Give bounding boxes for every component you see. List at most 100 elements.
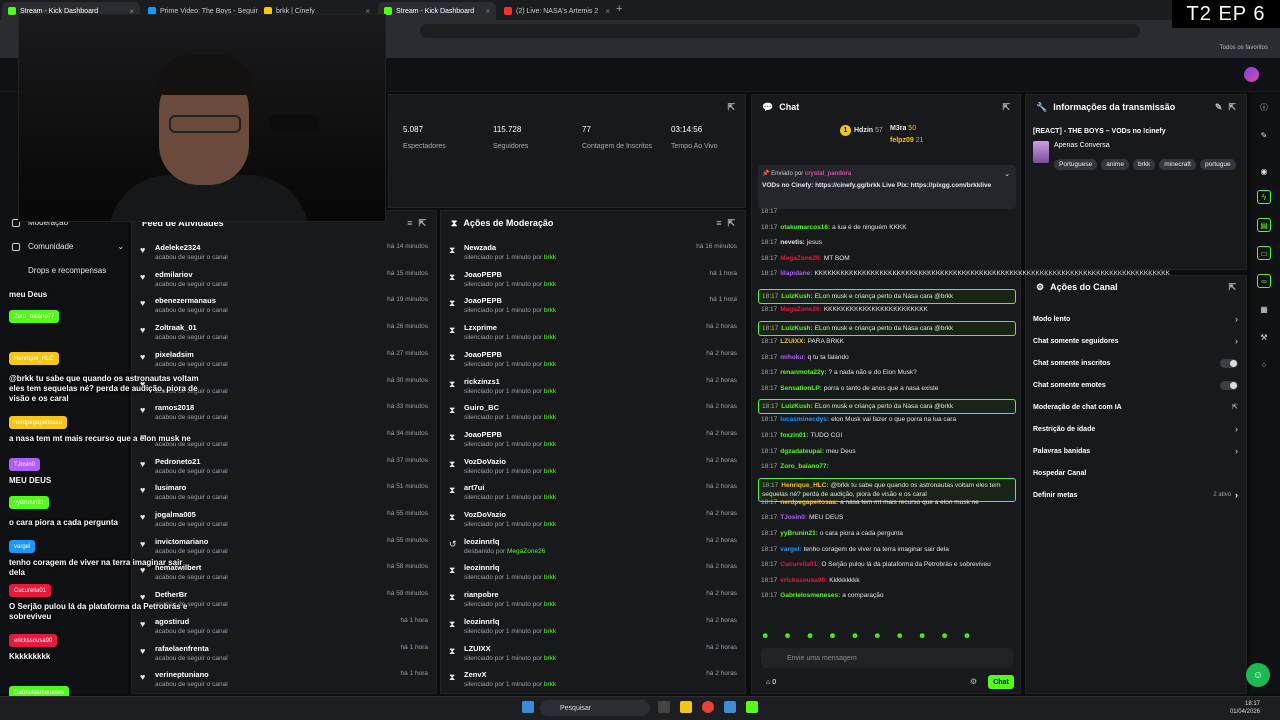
chat-username[interactable]: nerdpegapeitosaa: bbox=[780, 499, 838, 506]
moderated-username[interactable]: leozinnrlq bbox=[464, 563, 499, 572]
moderated-username[interactable]: JoaoPEPB bbox=[464, 270, 502, 279]
channel-action-row[interactable]: Palavras banidas › bbox=[1033, 441, 1238, 461]
moderator-name[interactable]: MegaZone26 bbox=[507, 548, 545, 555]
chat-username[interactable]: Henrique_HLC: bbox=[781, 482, 828, 489]
chat-username[interactable]: Cucurella01: bbox=[780, 561, 819, 568]
moderator-name[interactable]: brkk bbox=[544, 681, 556, 688]
app-icon[interactable] bbox=[724, 701, 736, 713]
file-explorer-icon[interactable] bbox=[680, 701, 692, 713]
tag-chip[interactable]: anime bbox=[1101, 159, 1129, 170]
chat-username[interactable]: otakumarcos16: bbox=[780, 224, 830, 231]
moderated-username[interactable]: ZenvX bbox=[464, 670, 487, 679]
emote-bar[interactable]: ☻ ☻ ☻ ☻ ☻ ☻ ☻ ☻ ☻ ☻ bbox=[761, 631, 1013, 643]
chat-username[interactable]: nevetis: bbox=[780, 239, 805, 246]
channel-action-row[interactable]: Definir metas 2 ativo › bbox=[1033, 485, 1238, 505]
chat-username[interactable]: MegaZone26: bbox=[780, 255, 822, 262]
channel-action-row[interactable]: Restrição de idade › bbox=[1033, 419, 1238, 439]
apps-icon[interactable]: ⁘ bbox=[1257, 358, 1271, 372]
chat-username[interactable]: SensationLP: bbox=[780, 385, 822, 392]
moderated-username[interactable]: Newzada bbox=[464, 243, 496, 252]
feed-username[interactable]: Adeleke2324 bbox=[155, 243, 200, 252]
moderated-username[interactable]: Guiro_BC bbox=[464, 403, 499, 412]
moderated-username[interactable]: leozinnrlq bbox=[464, 537, 499, 546]
chat-username[interactable]: Gabrielosmeneses: bbox=[780, 592, 840, 599]
tool-icon[interactable]: ⚒ bbox=[1257, 330, 1271, 344]
toggle-switch[interactable] bbox=[1220, 358, 1238, 368]
popout-icon[interactable]: ⇱ bbox=[727, 218, 735, 229]
chat-input[interactable]: Envie uma mensagem bbox=[761, 648, 1013, 668]
moderator-name[interactable]: brkk bbox=[544, 574, 556, 581]
browser-tab[interactable]: Stream - Kick Dashboard × bbox=[378, 2, 496, 20]
chat-username[interactable]: renanmota22y: bbox=[780, 369, 826, 376]
gear-icon[interactable]: ⚙ bbox=[970, 677, 977, 686]
popout-icon[interactable]: ⇱ bbox=[1002, 102, 1010, 113]
moderated-username[interactable]: VozDoVazio bbox=[464, 510, 506, 519]
popout-icon[interactable]: ⇱ bbox=[1228, 102, 1236, 113]
chat-username[interactable]: LuizKush: bbox=[781, 325, 812, 332]
chat-username[interactable]: LZUIXX: bbox=[780, 338, 805, 345]
chat-fab-button[interactable]: ☺ bbox=[1246, 663, 1270, 687]
chat-bubble-icon[interactable]: ▭ bbox=[1257, 246, 1271, 260]
moderated-username[interactable]: JoaoPEPB bbox=[464, 350, 502, 359]
moderator-name[interactable]: brkk bbox=[544, 628, 556, 635]
chat-username[interactable]: mihoku: bbox=[780, 354, 805, 361]
chat-username[interactable]: lilapidane: bbox=[780, 270, 812, 277]
filter-icon[interactable]: ≡ bbox=[716, 218, 721, 228]
send-chat-button[interactable]: Chat bbox=[988, 675, 1014, 689]
moderator-name[interactable]: brkk bbox=[544, 494, 556, 501]
moderator-name[interactable]: brkk bbox=[544, 334, 556, 341]
info-icon[interactable]: ⓘ bbox=[1257, 100, 1271, 114]
url-input[interactable] bbox=[420, 24, 1140, 38]
moderated-username[interactable]: rianpobre bbox=[464, 590, 499, 599]
close-icon[interactable]: × bbox=[605, 7, 610, 16]
moderator-name[interactable]: brkk bbox=[544, 254, 556, 261]
avatar[interactable] bbox=[1244, 67, 1259, 82]
tag-chip[interactable]: portugue bbox=[1199, 159, 1236, 170]
moderator-name[interactable]: brkk bbox=[544, 468, 556, 475]
taskbar-search[interactable]: Pesquisar bbox=[540, 700, 650, 716]
chat-username[interactable]: yyBrunin21: bbox=[780, 530, 818, 537]
chat-username[interactable]: Zoro_baiano77: bbox=[780, 463, 828, 470]
chat-username[interactable]: dgzadateupai: bbox=[780, 448, 824, 455]
moderator-name[interactable]: brkk bbox=[544, 388, 556, 395]
tag-chip[interactable]: minecraft bbox=[1159, 159, 1196, 170]
chat-username[interactable]: MegaZone26: bbox=[780, 306, 822, 313]
chat-username[interactable]: foxzin01: bbox=[780, 432, 808, 439]
chrome-icon[interactable] bbox=[702, 701, 714, 713]
tag-chip[interactable]: Portuguese bbox=[1054, 159, 1098, 170]
popout-icon[interactable]: ⇱ bbox=[418, 218, 426, 229]
edit-icon[interactable]: ✎ bbox=[1215, 102, 1223, 113]
channel-action-row[interactable]: Chat somente inscritos bbox=[1033, 353, 1238, 373]
channel-action-row[interactable]: Modo lento › bbox=[1033, 309, 1238, 329]
chat-username[interactable]: LuizKush: bbox=[781, 403, 812, 410]
sidebar-item-community[interactable]: Comunidade ⌄ bbox=[12, 242, 124, 251]
popout-icon[interactable]: ⇱ bbox=[1228, 282, 1236, 293]
channel-action-row[interactable]: Hospedar Canal bbox=[1033, 463, 1238, 483]
clipboard-icon[interactable]: ▤ bbox=[1257, 218, 1271, 232]
moderated-username[interactable]: art7ui bbox=[464, 483, 484, 492]
chat-username[interactable]: erickssousa90: bbox=[780, 577, 827, 584]
layout-icon[interactable]: ▦ bbox=[1257, 302, 1271, 316]
moderator-name[interactable]: brkk bbox=[544, 414, 556, 421]
toggle-switch[interactable] bbox=[1220, 380, 1238, 390]
kick-icon[interactable] bbox=[746, 701, 758, 713]
chat-username[interactable]: vargel: bbox=[780, 546, 801, 553]
moderator-name[interactable]: brkk bbox=[544, 441, 556, 448]
browser-tab[interactable]: (2) Live: NASA's Artemis 2 × bbox=[498, 2, 616, 20]
moderated-username[interactable]: JoaoPEPB bbox=[464, 296, 502, 305]
moderator-name[interactable]: brkk bbox=[544, 521, 556, 528]
filter-icon[interactable]: ≡ bbox=[407, 218, 412, 228]
lightning-icon[interactable]: ϟ bbox=[1257, 190, 1271, 204]
moderated-username[interactable]: leozinnrlq bbox=[464, 617, 499, 626]
all-favorites-link[interactable]: Todos os favoritos bbox=[1220, 45, 1268, 51]
moderated-username[interactable]: VozDoVazio bbox=[464, 457, 506, 466]
moderated-username[interactable]: LZUIXX bbox=[464, 644, 491, 653]
tag-chip[interactable]: brkk bbox=[1132, 159, 1156, 170]
pinned-text[interactable]: VODs no Cinefy: https://cinefy.gg/brkk L… bbox=[762, 181, 1002, 190]
popout-icon[interactable]: ⇱ bbox=[727, 102, 735, 113]
moderated-username[interactable]: rickzinzs1 bbox=[464, 377, 500, 386]
moderator-name[interactable]: brkk bbox=[544, 361, 556, 368]
windows-icon[interactable] bbox=[522, 701, 534, 713]
new-tab-button[interactable]: + bbox=[616, 3, 622, 15]
moderator-name[interactable]: brkk bbox=[544, 307, 556, 314]
